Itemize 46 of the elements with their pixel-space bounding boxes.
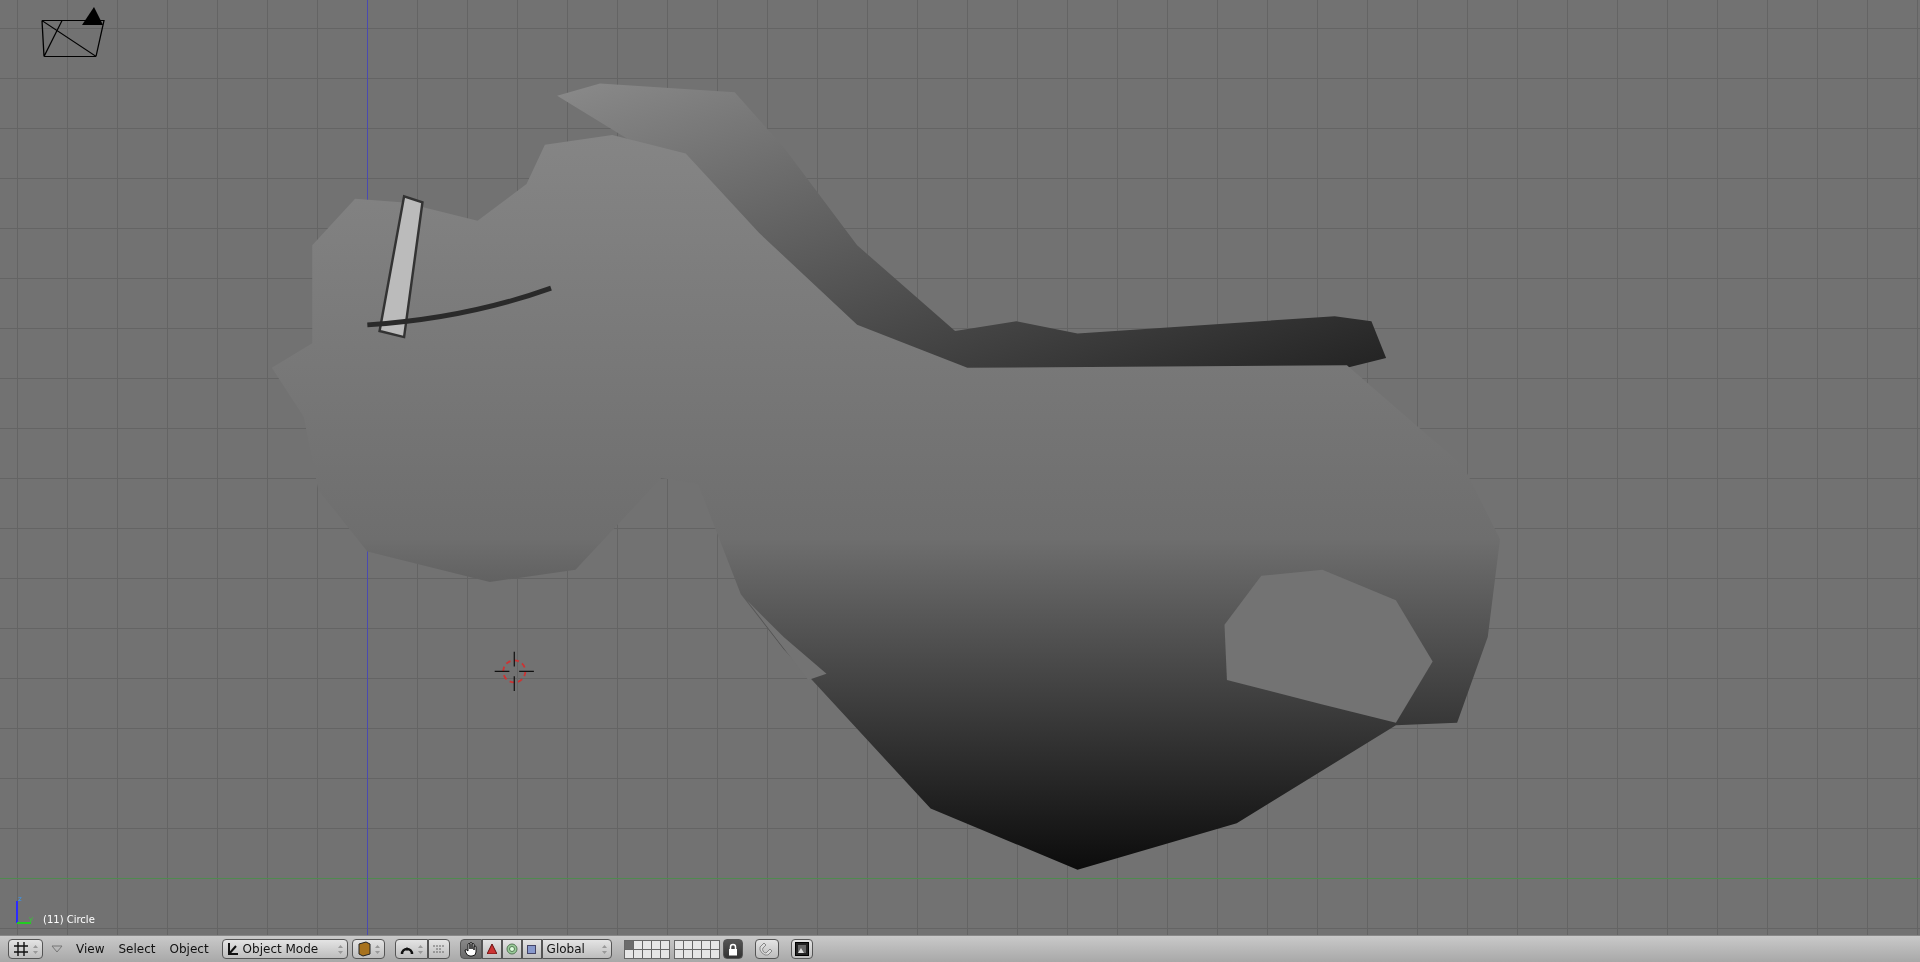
lock-layers-toggle[interactable] <box>722 939 743 959</box>
ring-icon <box>505 943 518 955</box>
magnet-icon <box>758 941 775 957</box>
layer-button[interactable] <box>632 949 643 959</box>
layer-button[interactable] <box>659 940 670 950</box>
layer-button[interactable] <box>659 949 670 959</box>
lock-icon <box>727 942 738 956</box>
scale-toggle[interactable] <box>521 939 542 959</box>
camera-icon <box>40 5 106 59</box>
layer-button[interactable] <box>700 949 711 959</box>
layer-button[interactable] <box>691 949 702 959</box>
spinner-icon <box>417 944 423 954</box>
layer-button[interactable] <box>682 949 693 959</box>
rotate-toggle[interactable] <box>501 939 522 959</box>
editor-type-button[interactable] <box>8 939 43 959</box>
menu-item[interactable]: Select <box>113 942 161 956</box>
object-info: (11) Circle <box>43 914 95 925</box>
menu-item[interactable]: View <box>71 942 110 956</box>
3d-cursor-icon <box>494 651 535 692</box>
spinner-icon <box>33 944 38 954</box>
grid-icon <box>13 941 29 957</box>
square-icon <box>527 944 537 954</box>
hand-icon <box>463 941 478 957</box>
translate-toggle[interactable] <box>481 939 502 959</box>
pivot-dropdown[interactable] <box>394 939 428 959</box>
snap-toggle[interactable] <box>427 939 450 959</box>
layer-button[interactable] <box>673 949 684 959</box>
object-mode-icon <box>226 942 239 956</box>
layer-button[interactable] <box>709 949 720 959</box>
layer-button[interactable] <box>623 949 634 959</box>
manipulator-toggle[interactable] <box>459 939 482 959</box>
picture-icon <box>794 942 809 956</box>
solid-cube-icon <box>356 941 371 957</box>
mode-dropdown[interactable]: Object Mode <box>221 939 348 959</box>
snap-magnet-button[interactable] <box>754 939 779 959</box>
layer-button[interactable] <box>641 949 652 959</box>
orientation-dropdown[interactable]: Global <box>541 939 612 959</box>
render-button[interactable] <box>790 939 813 959</box>
triangle-icon <box>486 944 497 954</box>
spinner-icon <box>337 944 343 954</box>
layer-button[interactable] <box>709 940 720 950</box>
menu-item[interactable]: Object <box>164 942 214 956</box>
spinner-icon <box>601 944 607 954</box>
layer-button[interactable] <box>650 949 661 959</box>
shading-dropdown[interactable] <box>351 939 385 959</box>
spinner-icon <box>374 944 380 954</box>
